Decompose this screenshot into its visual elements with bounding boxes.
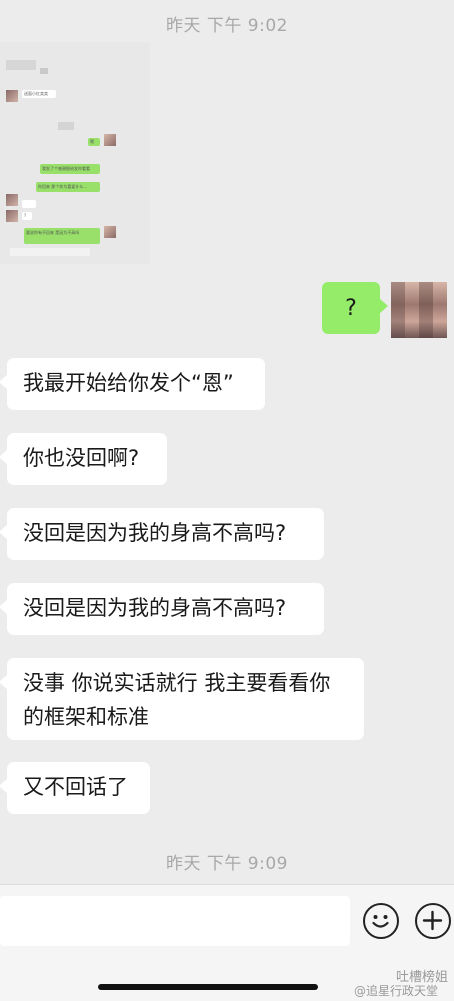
received-message-1[interactable]: 我最开始给你发个“恩” xyxy=(0,358,265,410)
timestamp-bottom: 昨天 下午 9:09 xyxy=(166,854,288,874)
thumb-text-2: 我发了个感谢图给发你看看 xyxy=(42,166,90,171)
sent-message-bubble[interactable]: ? xyxy=(322,282,388,334)
received-message-4[interactable]: 没回是因为我的身高不高吗? xyxy=(0,583,324,635)
thumb-text-3: 你回来 那个你为喜爱什么… xyxy=(38,184,88,189)
message-text: 我最开始给你发个“恩” xyxy=(23,371,234,395)
thumb-text-1: 送面小红卖卖 xyxy=(24,91,48,96)
message-text: 没回是因为我的身高不高吗? xyxy=(23,521,287,545)
plus-icon[interactable] xyxy=(415,903,451,939)
received-message-6[interactable]: 又不回话了 xyxy=(0,762,150,814)
watermark-handle: @追星行政天堂 xyxy=(354,984,439,998)
message-input[interactable] xyxy=(0,896,350,946)
thumb-text-4: 嗯 xyxy=(90,139,94,144)
home-indicator[interactable] xyxy=(98,984,318,990)
emoji-icon[interactable] xyxy=(363,903,399,939)
sent-message-text: ? xyxy=(345,295,357,321)
thumb-text-6: ? xyxy=(24,213,27,218)
received-message-2[interactable]: 你也没回啊? xyxy=(0,433,167,485)
thumb-text-5: 要说你有不回来 是因为不高吗 xyxy=(26,230,80,235)
message-text-line-1: 没事 你说实话就行 我主要看看你 xyxy=(23,671,331,695)
message-text: 你也没回啊? xyxy=(23,446,140,470)
screenshot-image-message[interactable]: 送面小红卖卖 嗯 我发了个感谢图给发你看看 你回来 那个你为喜爱什么… ? 要说… xyxy=(0,42,150,264)
avatar[interactable] xyxy=(391,282,447,338)
message-text: 没回是因为我的身高不高吗? xyxy=(23,596,287,620)
message-text-line-2: 的框架和标准 xyxy=(23,705,149,729)
received-message-3[interactable]: 没回是因为我的身高不高吗? xyxy=(0,508,324,560)
message-text: 又不回话了 xyxy=(23,775,128,799)
timestamp-top: 昨天 下午 9:02 xyxy=(166,16,288,36)
received-message-5[interactable]: 没事 你说实话就行 我主要看看你 的框架和标准 xyxy=(0,658,364,740)
